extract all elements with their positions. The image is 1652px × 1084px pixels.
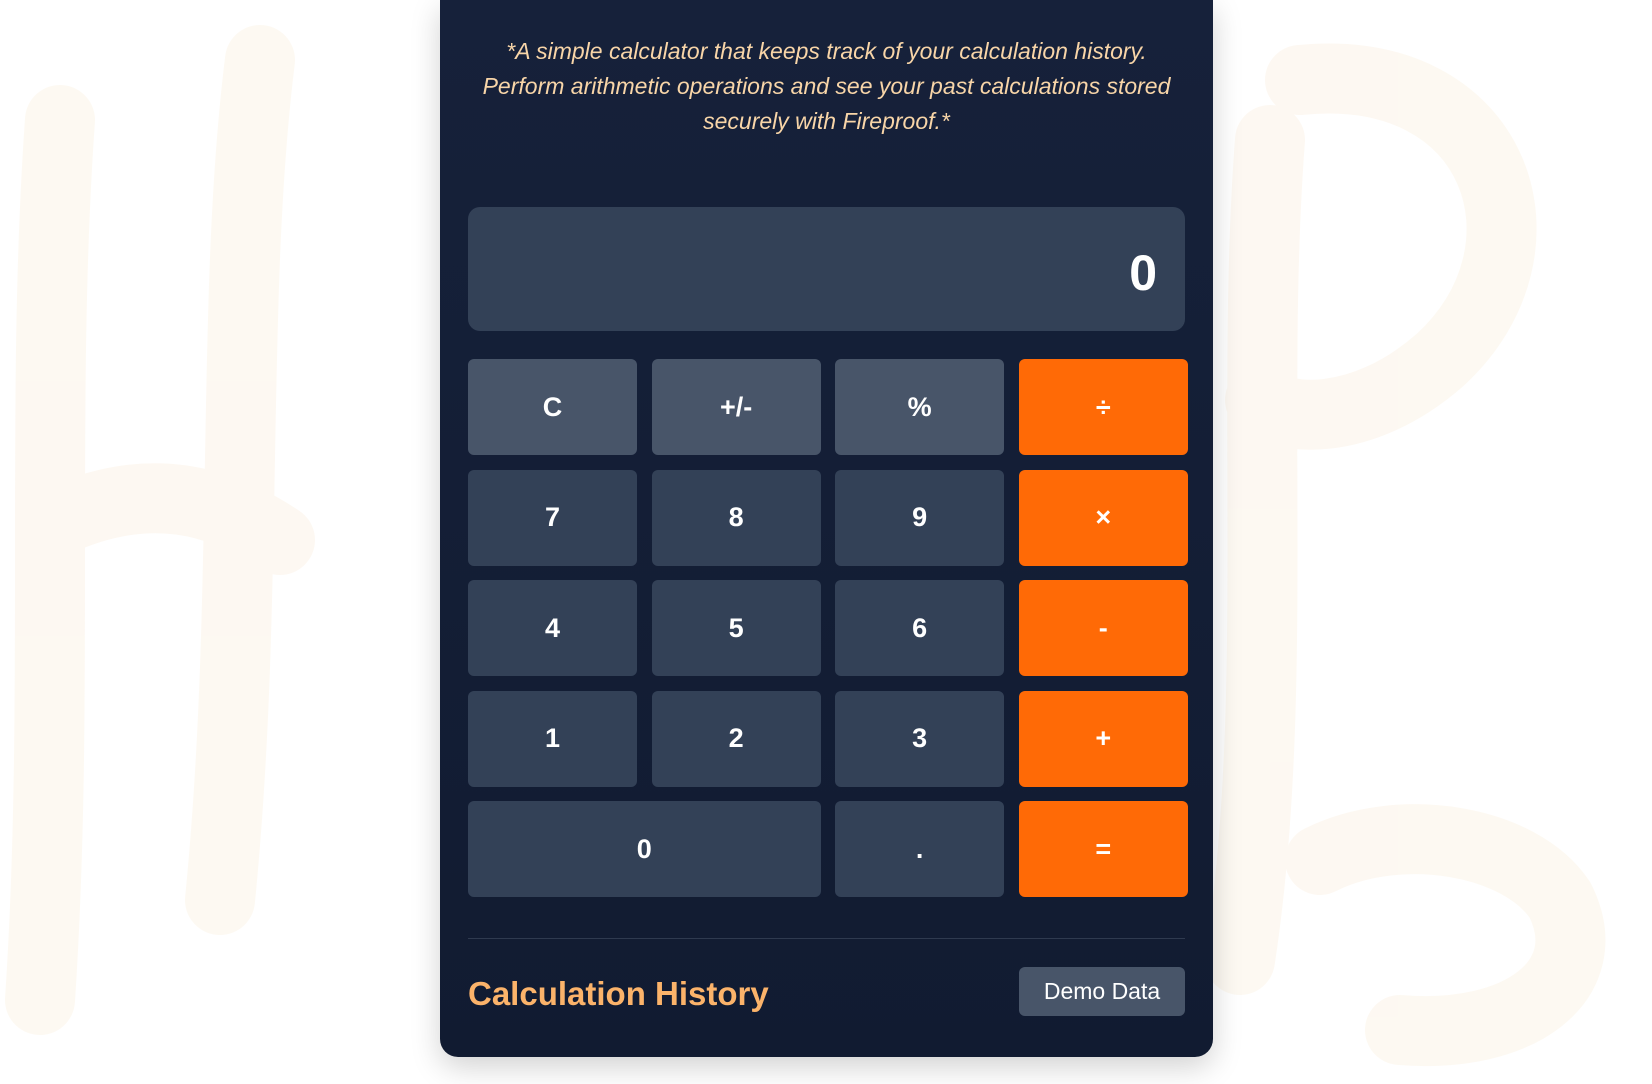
digit-4-button[interactable]: 4 [468,580,637,676]
keypad: C +/- % ÷ 7 8 9 × 4 5 6 - 1 2 3 + 0 . = [468,359,1188,897]
add-button[interactable]: + [1018,690,1188,787]
decimal-button[interactable]: . [835,801,1005,897]
tagline: *A simple calculator that keeps track of… [482,38,1171,134]
demo-data-button[interactable]: Demo Data [1019,967,1185,1016]
subtract-button[interactable]: - [1018,580,1188,676]
digit-8-button[interactable]: 8 [651,469,821,566]
calculator-card: *A simple calculator that keeps track of… [440,0,1213,1057]
divide-button[interactable]: ÷ [1018,359,1188,455]
digit-7-button[interactable]: 7 [468,469,637,566]
calculator-display: 0 [468,207,1185,331]
digit-3-button[interactable]: 3 [835,690,1005,787]
digit-0-button[interactable]: 0 [468,801,821,897]
percent-button[interactable]: % [835,359,1005,455]
digit-2-button[interactable]: 2 [651,690,821,787]
history-divider [468,938,1185,939]
digit-9-button[interactable]: 9 [835,469,1005,566]
digit-5-button[interactable]: 5 [651,580,821,676]
history-title: Calculation History [468,975,769,1012]
equals-button[interactable]: = [1018,801,1188,897]
clear-button[interactable]: C [468,359,637,455]
multiply-button[interactable]: × [1018,469,1188,566]
digit-1-button[interactable]: 1 [468,690,637,787]
negate-button[interactable]: +/- [651,359,821,455]
display-value: 0 [1129,245,1157,301]
digit-6-button[interactable]: 6 [835,580,1005,676]
